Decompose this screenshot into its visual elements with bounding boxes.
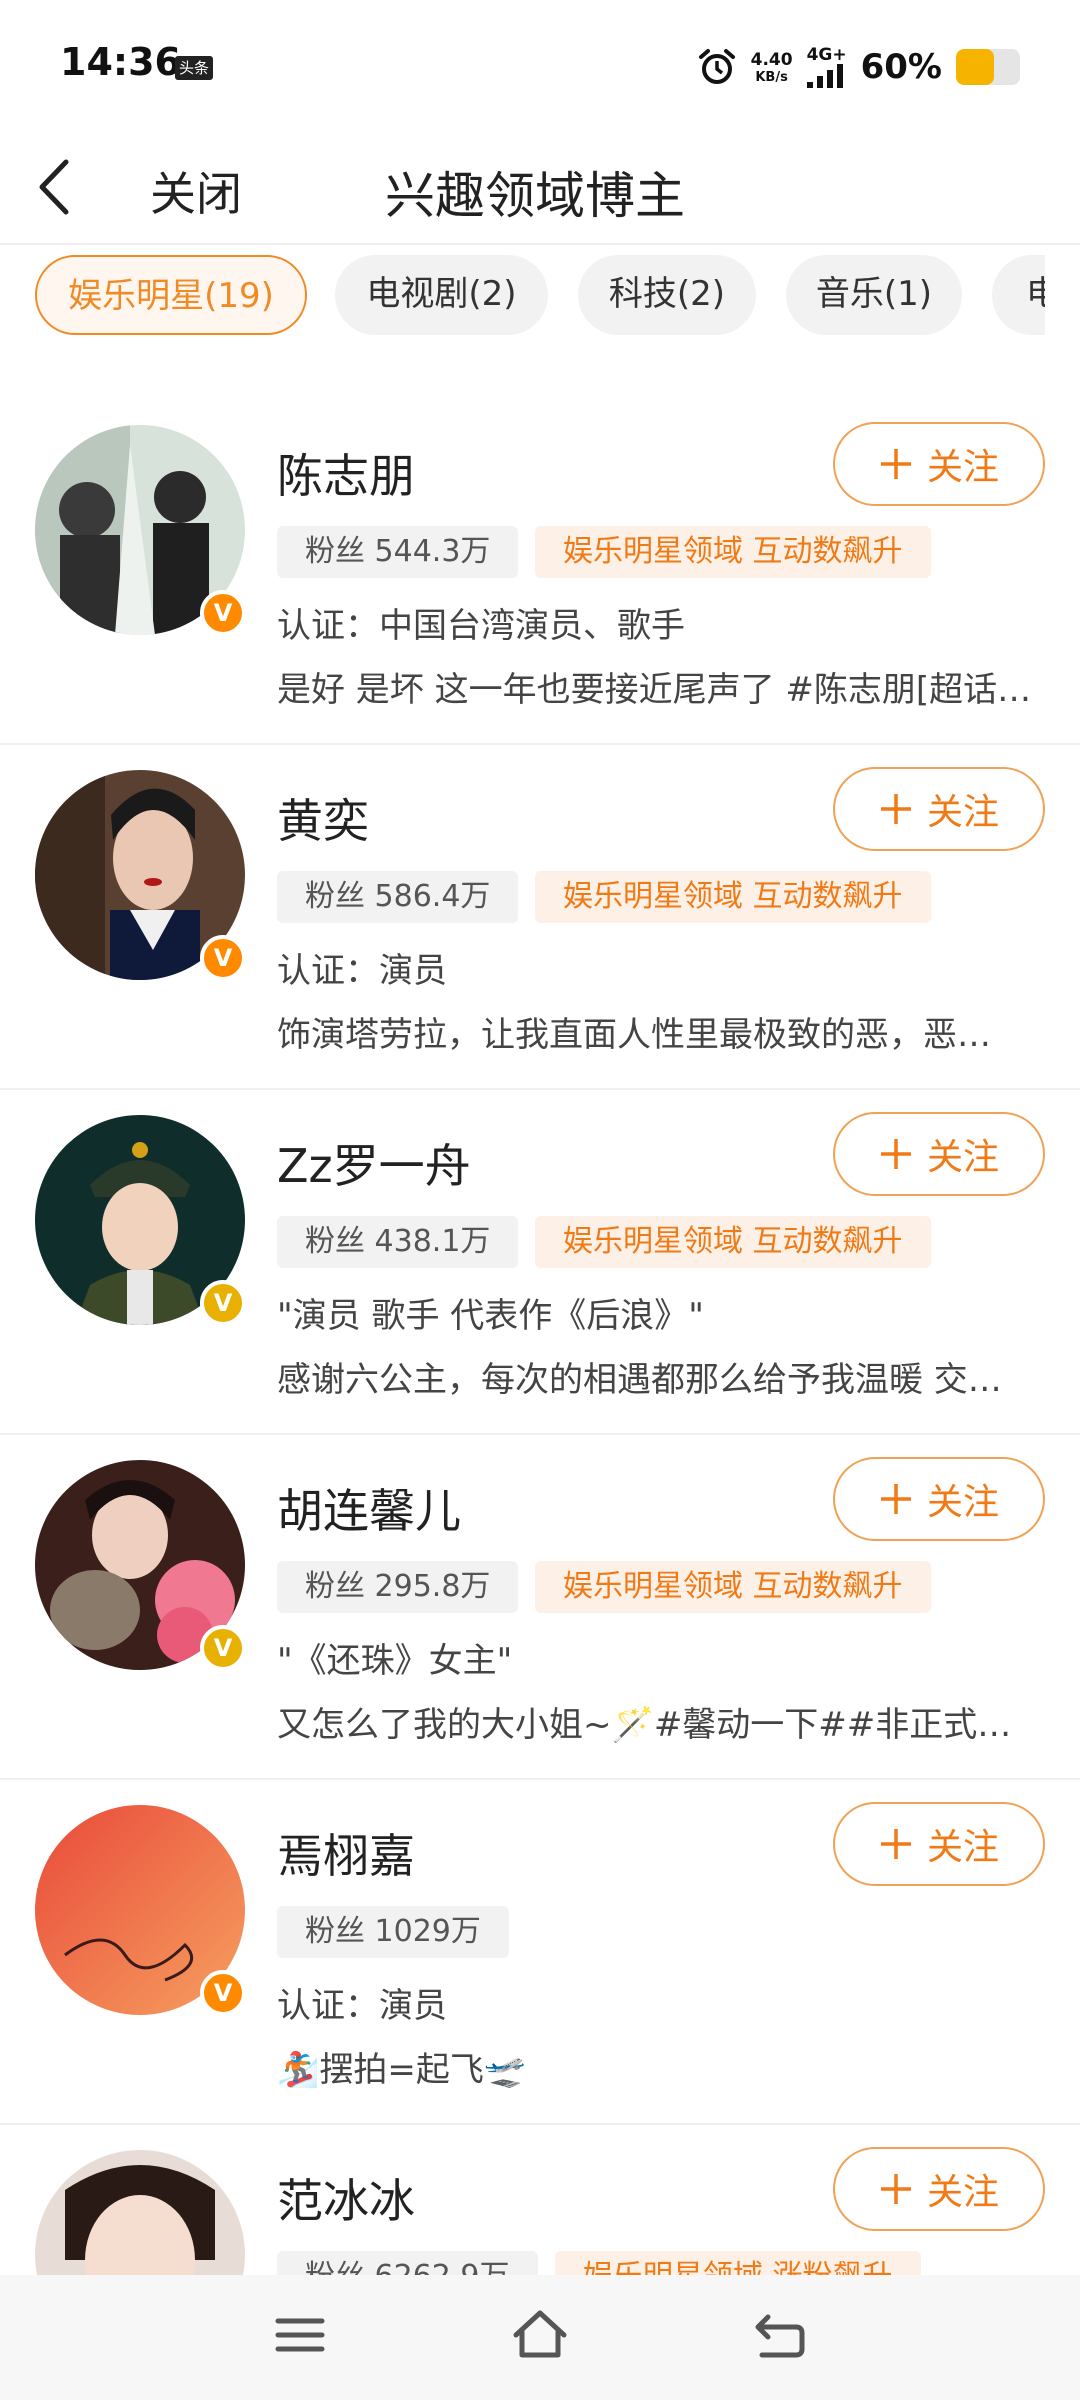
menu-icon[interactable] xyxy=(270,2305,330,2365)
close-button[interactable]: 关闭 xyxy=(150,158,242,224)
follow-button[interactable]: 关注 xyxy=(833,1802,1045,1886)
tab-entertainment[interactable]: 娱乐明星(19) xyxy=(35,255,307,335)
tab-music[interactable]: 音乐(1) xyxy=(786,255,962,335)
fans-count: 粉丝 544.3万 xyxy=(277,526,519,578)
net-speed-unit: KB/s xyxy=(755,69,788,85)
plus-icon xyxy=(880,1484,911,1514)
home-icon[interactable] xyxy=(510,2305,570,2365)
follow-button[interactable]: 关注 xyxy=(833,1112,1045,1196)
page-title: 兴趣领域博主 xyxy=(385,167,685,225)
fans-count: 粉丝 1029万 xyxy=(277,1906,509,1958)
verification-text: "演员 歌手 代表作《后浪》" xyxy=(277,1296,704,1336)
category-tabs: 娱乐明星(19) 电视剧(2) 科技(2) 音乐(1) 电 xyxy=(0,255,1045,335)
verification-text: 认证：演员 xyxy=(277,1986,447,2026)
tab-tv-series[interactable]: 电视剧(2) xyxy=(335,255,548,335)
follow-label: 关注 xyxy=(926,1482,999,1523)
blogger-name[interactable]: 胡连馨儿 xyxy=(277,1475,461,1541)
tab-tech[interactable]: 科技(2) xyxy=(578,255,756,335)
blogger-name[interactable]: 黄奕 xyxy=(277,785,369,851)
blogger-name[interactable]: 焉栩嘉 xyxy=(277,1820,415,1886)
fans-count: 粉丝 438.1万 xyxy=(277,1216,519,1268)
net-speed: 4.40 KB/s xyxy=(751,50,793,85)
back-icon[interactable] xyxy=(750,2305,810,2365)
follow-label: 关注 xyxy=(926,792,999,833)
plus-icon xyxy=(880,2174,911,2204)
latest-post-text: 又怎么了我的大小姐~🪄#馨动一下##非正式… xyxy=(277,1705,1012,1745)
trend-tag: 娱乐明星领域 互动数飙升 xyxy=(535,1216,931,1268)
follow-button[interactable]: 关注 xyxy=(833,2147,1045,2231)
blogger-name[interactable]: 陈志朋 xyxy=(277,440,415,506)
verification-text: 认证：中国台湾演员、歌手 xyxy=(277,606,685,646)
list-item[interactable]: V 胡连馨儿 粉丝 295.8万 娱乐明星领域 互动数飙升 "《还珠》女主" 又… xyxy=(0,1435,1080,1780)
battery-icon xyxy=(956,49,1020,85)
latest-post-text: 饰演塔劳拉，让我直面人性里最极致的恶，恶… xyxy=(277,1015,991,1055)
verified-badge-icon: V xyxy=(200,590,246,636)
verified-badge-icon: V xyxy=(200,1970,246,2016)
list-item[interactable]: V 陈志朋 粉丝 544.3万 娱乐明星领域 互动数飙升 认证：中国台湾演员、歌… xyxy=(0,400,1080,745)
app-badge-icon: 头条 xyxy=(175,56,213,80)
signal-icon: 4G+ xyxy=(806,45,847,88)
list-item[interactable]: V Zz罗一舟 粉丝 438.1万 娱乐明星领域 互动数飙升 "演员 歌手 代表… xyxy=(0,1090,1080,1435)
battery-percent: 60% xyxy=(860,47,942,87)
status-indicators: 4.40 KB/s 4G+ 60% xyxy=(697,42,1020,92)
latest-post-text: 🏂摆拍=起飞🛫 xyxy=(277,2050,527,2090)
verified-badge-icon: V xyxy=(200,1280,246,1326)
network-type: 4G+ xyxy=(806,45,847,65)
follow-button[interactable]: 关注 xyxy=(833,767,1045,851)
signal-bars xyxy=(806,64,843,88)
blogger-name[interactable]: Zz罗一舟 xyxy=(277,1130,471,1196)
verification-text: 认证：演员 xyxy=(277,951,447,991)
latest-post-text: 是好 是坏 这一年也要接近尾声了 #陈志朋[超话… xyxy=(277,670,1032,710)
trend-tag: 娱乐明星领域 互动数飙升 xyxy=(535,526,931,578)
battery-fill xyxy=(956,49,995,85)
fans-count: 粉丝 586.4万 xyxy=(277,871,519,923)
verified-badge-icon: V xyxy=(200,1625,246,1671)
plus-icon xyxy=(880,794,911,824)
chevron-left-icon[interactable] xyxy=(30,152,80,222)
verified-badge-icon: V xyxy=(200,935,246,981)
follow-label: 关注 xyxy=(926,447,999,488)
verification-text: "《还珠》女主" xyxy=(277,1641,513,1681)
header-divider xyxy=(0,243,1080,245)
net-speed-value: 4.40 xyxy=(750,49,793,70)
title-bar: 关闭 兴趣领域博主 xyxy=(0,130,1080,245)
follow-label: 关注 xyxy=(926,2172,999,2213)
plus-icon xyxy=(880,449,911,479)
tab-more[interactable]: 电 xyxy=(992,255,1045,335)
system-nav-bar xyxy=(0,2275,1080,2400)
trend-tag: 娱乐明星领域 互动数飙升 xyxy=(535,1561,931,1613)
status-time: 14:36 xyxy=(60,40,181,84)
follow-label: 关注 xyxy=(926,1827,999,1868)
follow-button[interactable]: 关注 xyxy=(833,422,1045,506)
trend-tag: 娱乐明星领域 互动数飙升 xyxy=(535,871,931,923)
alarm-icon xyxy=(698,49,735,84)
list-item[interactable]: V 焉栩嘉 粉丝 1029万 认证：演员 🏂摆拍=起飞🛫 关注 xyxy=(0,1780,1080,2125)
plus-icon xyxy=(880,1139,911,1169)
follow-label: 关注 xyxy=(926,1137,999,1178)
follow-button[interactable]: 关注 xyxy=(833,1457,1045,1541)
latest-post-text: 感谢六公主，每次的相遇都那么给予我温暖 交… xyxy=(277,1360,1002,1400)
status-bar: 14:36 头条 4.40 KB/s 4G+ 60% xyxy=(0,0,1080,130)
plus-icon xyxy=(880,1829,911,1859)
blogger-name[interactable]: 范冰冰 xyxy=(277,2165,415,2231)
list-item[interactable]: V 黄奕 粉丝 586.4万 娱乐明星领域 互动数飙升 认证：演员 饰演塔劳拉，… xyxy=(0,745,1080,1090)
fans-count: 粉丝 295.8万 xyxy=(277,1561,519,1613)
